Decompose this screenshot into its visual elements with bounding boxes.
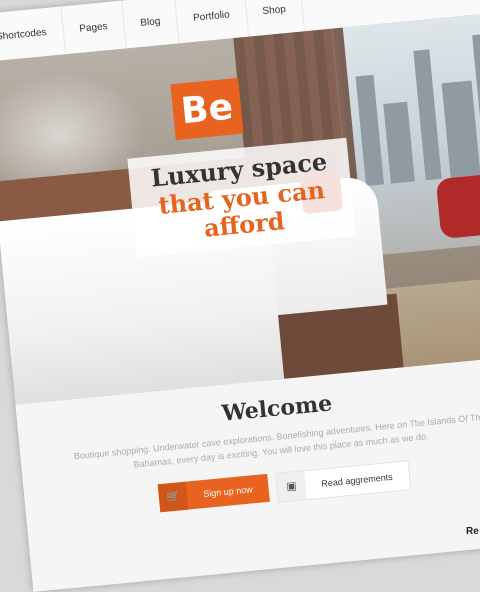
red-chair xyxy=(435,173,480,240)
nav-label: Blog xyxy=(139,15,161,29)
sign-up-label: Sign up now xyxy=(202,484,254,499)
cut-off-heading: Re xyxy=(466,526,479,537)
nav-label: Pages xyxy=(78,20,109,35)
nav-label: Shop xyxy=(261,3,287,17)
nav-label: Portfolio xyxy=(192,8,231,24)
logo-text: Be xyxy=(179,86,235,132)
sign-up-button[interactable]: 🛒 Sign up now xyxy=(158,473,270,513)
building-shape xyxy=(413,49,442,181)
building-shape xyxy=(355,74,384,187)
cart-icon: 🛒 xyxy=(158,481,189,513)
read-agreements-label: Read aggrements xyxy=(320,471,394,489)
nav-label: Shortcodes xyxy=(0,26,47,43)
brand-logo[interactable]: Be xyxy=(170,77,244,141)
building-shape xyxy=(383,101,415,184)
hero-slogan: Luxury space that you can afford xyxy=(127,137,356,258)
nav-item-blog[interactable]: Blog xyxy=(122,0,180,49)
website-page: Shortcodes Pages Blog Portfolio Shop Be … xyxy=(0,0,480,592)
hero-banner: Be Luxury space that you can afford xyxy=(0,12,480,405)
read-agreements-button[interactable]: ▣ Read aggrements xyxy=(275,460,411,503)
nav-item-shortcodes[interactable]: Shortcodes xyxy=(0,6,66,63)
nav-item-pages[interactable]: Pages xyxy=(61,0,127,55)
document-icon: ▣ xyxy=(276,471,307,502)
building-shape xyxy=(441,80,480,178)
